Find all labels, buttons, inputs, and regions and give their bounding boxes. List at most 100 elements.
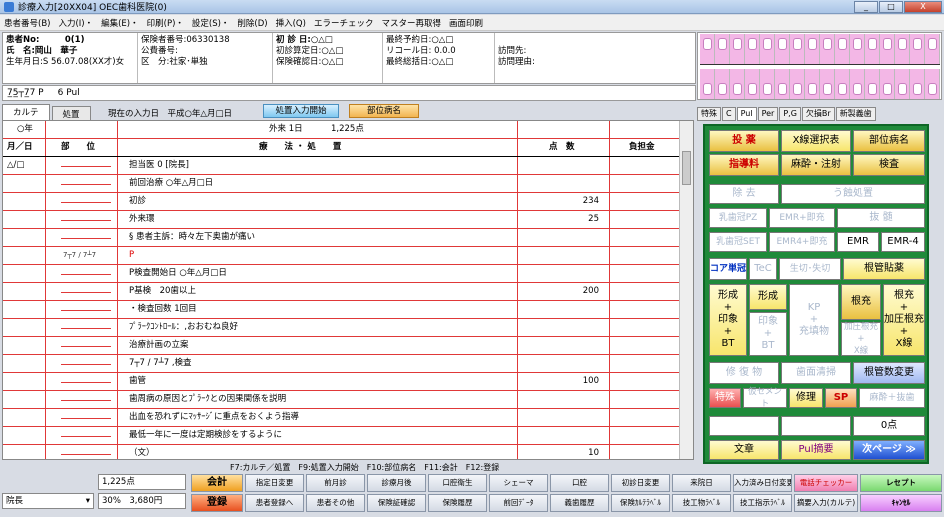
tooth-cell[interactable] — [715, 69, 730, 99]
maximize-button[interactable]: □ — [879, 1, 903, 13]
rtab-tokushu[interactable]: 特殊 — [697, 107, 721, 121]
menu-settings[interactable]: 設定(S)・ — [192, 17, 230, 29]
chart-row[interactable]: P基検 20歯以上 200 — [3, 283, 679, 301]
tab-karte[interactable]: カルテ — [2, 104, 50, 120]
menu-delete[interactable]: 削除(D) — [237, 17, 267, 29]
kari-cement-button[interactable]: 仮セメント — [743, 387, 787, 409]
konju-x-button[interactable]: 根充 + 加圧根充 + X線 — [883, 284, 925, 356]
shimen-button[interactable]: 歯面清掃 — [781, 362, 851, 384]
masui-button[interactable]: 麻酔・注射 — [781, 154, 851, 176]
pul-tekiyo-button[interactable]: Pul摘要 — [781, 440, 851, 460]
tooth-cell[interactable] — [775, 34, 790, 64]
bottom-row1-button[interactable]: 入力済み日付変更 — [733, 474, 792, 492]
touroku-button[interactable]: 登録 — [191, 494, 243, 512]
reset-button[interactable]: レセプト — [860, 474, 942, 492]
cancel-button[interactable]: ｷｬﾝｾﾙ — [860, 494, 942, 512]
tooth-cell[interactable] — [760, 34, 775, 64]
seikatsu-button[interactable]: 生切･失切 — [779, 258, 841, 280]
tec-button[interactable]: TeC — [749, 258, 777, 280]
emr-soku-button[interactable]: EMR+即充 — [769, 208, 835, 228]
tooth-cell[interactable] — [835, 69, 850, 99]
kaikei-button[interactable]: 会計 — [191, 474, 243, 492]
bottom-row2-button[interactable]: 義歯履歴 — [550, 494, 609, 512]
chart-scrollbar[interactable] — [679, 121, 693, 459]
chart-row[interactable]: 7┬7 / 7┴7 ,検査 — [3, 355, 679, 373]
lower-teeth[interactable] — [700, 69, 940, 99]
bottom-row1-button[interactable]: 診療月後 — [367, 474, 426, 492]
tousaku-button[interactable]: 投 薬 — [709, 130, 779, 152]
masui-basshi-button[interactable]: 麻酔＋抜歯 — [859, 388, 925, 408]
tooth-cell[interactable] — [700, 34, 715, 64]
kensa-button[interactable]: 検査 — [853, 154, 925, 176]
bottom-row1-button[interactable]: 電話チェッカー — [794, 474, 858, 492]
tooth-cell[interactable] — [910, 34, 925, 64]
tooth-cell[interactable] — [865, 34, 880, 64]
tooth-cell[interactable] — [790, 34, 805, 64]
tooth-cell[interactable] — [730, 34, 745, 64]
chart-row[interactable]: （文） 10 — [3, 445, 679, 459]
bottom-row2-button[interactable]: 保険ｶﾙﾃﾗﾍﾞﾙ — [611, 494, 670, 512]
shidou-button[interactable]: 指導料 — [709, 154, 779, 176]
bottom-row1-button[interactable]: 口腔衛生 — [428, 474, 487, 492]
keisei-inbt-button[interactable]: 形成 + 印象 + BT — [709, 284, 747, 356]
chart-row[interactable]: 歯周病の原因とﾌﾟﾗｰｸとの因果関係を説明 — [3, 391, 679, 409]
tooth-chart[interactable] — [697, 32, 942, 100]
bottom-row2-button[interactable]: 摘要入力(カルテ) — [794, 494, 858, 512]
tooth-cell[interactable] — [835, 34, 850, 64]
chart-row[interactable]: 最低一年に一度は定期検診をするように — [3, 427, 679, 445]
tooth-cell[interactable] — [700, 69, 715, 99]
shuri-button[interactable]: 修理 — [789, 388, 823, 408]
emr-button[interactable]: EMR — [837, 232, 879, 252]
konkan-hen-button[interactable]: 根管数変更 — [853, 362, 925, 384]
tooth-cell[interactable] — [715, 34, 730, 64]
tooth-cell[interactable] — [820, 34, 835, 64]
bottom-row2-button[interactable]: 保険証確認 — [367, 494, 426, 512]
bottom-row2-button[interactable]: 患者その他 — [306, 494, 365, 512]
rtab-kesson[interactable]: 欠損Br — [801, 107, 835, 121]
menu-input[interactable]: 入力(I)・ — [58, 17, 93, 29]
next-page-button[interactable]: 次ページ ≫ — [853, 440, 925, 460]
tokushu-button[interactable]: 特殊 — [709, 388, 741, 408]
bottom-row1-button[interactable]: 来院日 — [672, 474, 731, 492]
basshi-button[interactable]: 抜 髄 — [837, 208, 925, 228]
bottom-row2-button[interactable]: 保険履歴 — [428, 494, 487, 512]
rtab-per[interactable]: Per — [757, 107, 779, 121]
tooth-cell[interactable] — [730, 69, 745, 99]
jokyo-button[interactable]: 除 去 — [709, 184, 779, 204]
site-disease-button[interactable]: 部位病名 — [349, 104, 419, 118]
doctor-select[interactable]: 院長 ▾ — [2, 493, 94, 509]
sp-button[interactable]: SP — [825, 388, 857, 408]
tooth-cell[interactable] — [745, 69, 760, 99]
start-treatment-button[interactable]: 処置入力開始 — [263, 104, 339, 118]
tooth-cell[interactable] — [925, 34, 940, 64]
bottom-row1-button[interactable]: 前月診 — [306, 474, 365, 492]
tooth-cell[interactable] — [910, 69, 925, 99]
menu-edit[interactable]: 編集(E)・ — [101, 17, 139, 29]
buiby-button[interactable]: 部位病名 — [853, 130, 925, 152]
bottom-row2-button[interactable]: 患者登録へ — [245, 494, 304, 512]
xsen-button[interactable]: X線選択表 — [781, 130, 851, 152]
tooth-cell[interactable] — [865, 69, 880, 99]
zero-points-button[interactable]: 0点 — [853, 416, 925, 436]
keisei-button[interactable]: 形成 — [749, 284, 787, 310]
menu-print[interactable]: 印刷(P)・ — [147, 17, 184, 29]
shufuku-button[interactable]: 修 復 物 — [709, 362, 779, 384]
chart-row[interactable]: 初診 234 — [3, 193, 679, 211]
emr-4-button[interactable]: EMR-4 — [881, 232, 925, 252]
chart-row[interactable]: ﾌﾟﾗｰｸｺﾝﾄﾛｰﾙ：,おおむね良好 — [3, 319, 679, 337]
inbt-button[interactable]: 印象 + BT — [749, 312, 787, 356]
menu-insert[interactable]: 挿入(Q) — [276, 17, 306, 29]
chart-row[interactable]: P検査開始日 ○年△月□日 — [3, 265, 679, 283]
nyu-pz-button[interactable]: 乳歯冠PZ — [709, 208, 767, 228]
kp-button[interactable]: KP + 充填物 — [789, 284, 839, 356]
tooth-cell[interactable] — [895, 69, 910, 99]
tooth-cell[interactable] — [745, 34, 760, 64]
tooth-cell[interactable] — [805, 69, 820, 99]
chart-row[interactable]: 治療計画の立案 — [3, 337, 679, 355]
bottom-row1-button[interactable]: シェーマ — [489, 474, 548, 492]
chart-row[interactable]: △/□ 担当医 0 [院長] — [3, 157, 679, 175]
upper-teeth[interactable] — [700, 34, 940, 64]
tooth-cell[interactable] — [760, 69, 775, 99]
emr4-soku-button[interactable]: EMR4+即充 — [769, 232, 835, 252]
bottom-row2-button[interactable]: 技工物ﾗﾍﾞﾙ — [672, 494, 731, 512]
